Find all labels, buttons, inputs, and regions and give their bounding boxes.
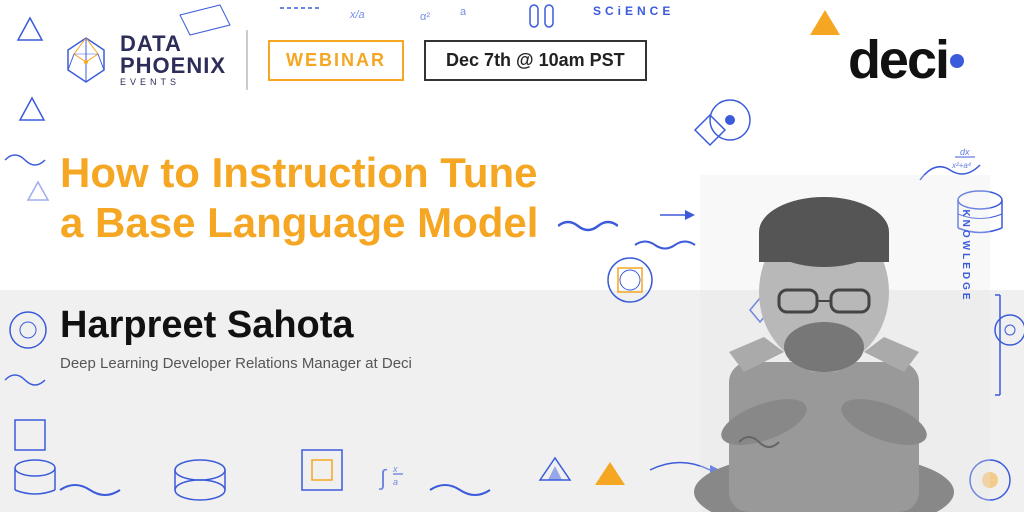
title-line2: a Base Language Model (60, 198, 618, 248)
webinar-label: WEBINAR (286, 50, 386, 71)
logo-line1: DATA (120, 33, 226, 55)
speaker-name: Harpreet Sahota (60, 305, 412, 347)
date-text: Dec 7th @ 10am PST (446, 50, 625, 71)
header-divider (246, 30, 248, 90)
header-row: DATA PHOENIX EVENTS WEBINAR Dec 7th @ 10… (60, 30, 964, 90)
logo-container: DATA PHOENIX EVENTS (60, 33, 226, 87)
science-label: SCiENCE (593, 4, 674, 18)
logo-line2: PHOENIX (120, 55, 226, 77)
knowledge-label: KNOWLEDGE (960, 209, 971, 302)
logo-line3: EVENTS (120, 78, 226, 87)
deci-wordmark: deci (848, 33, 964, 87)
main-title: How to Instruction Tune a Base Language … (60, 148, 618, 249)
deci-logo: deci (848, 33, 964, 87)
speaker-silhouette (674, 152, 974, 512)
title-line1: How to Instruction Tune (60, 148, 618, 198)
logo-text: DATA PHOENIX EVENTS (120, 33, 226, 87)
deci-dot (950, 54, 964, 68)
speaker-photo (674, 152, 974, 512)
date-box: Dec 7th @ 10am PST (424, 40, 647, 81)
speaker-section: Harpreet Sahota Deep Learning Developer … (60, 305, 412, 372)
speaker-role: Deep Learning Developer Relations Manage… (60, 355, 412, 372)
main-container: x/a α² a dx x²+a⁴ (0, 0, 1024, 512)
phoenix-logo-icon (60, 34, 112, 86)
squiggle-decoration (558, 216, 618, 236)
webinar-badge: WEBINAR (268, 40, 404, 81)
